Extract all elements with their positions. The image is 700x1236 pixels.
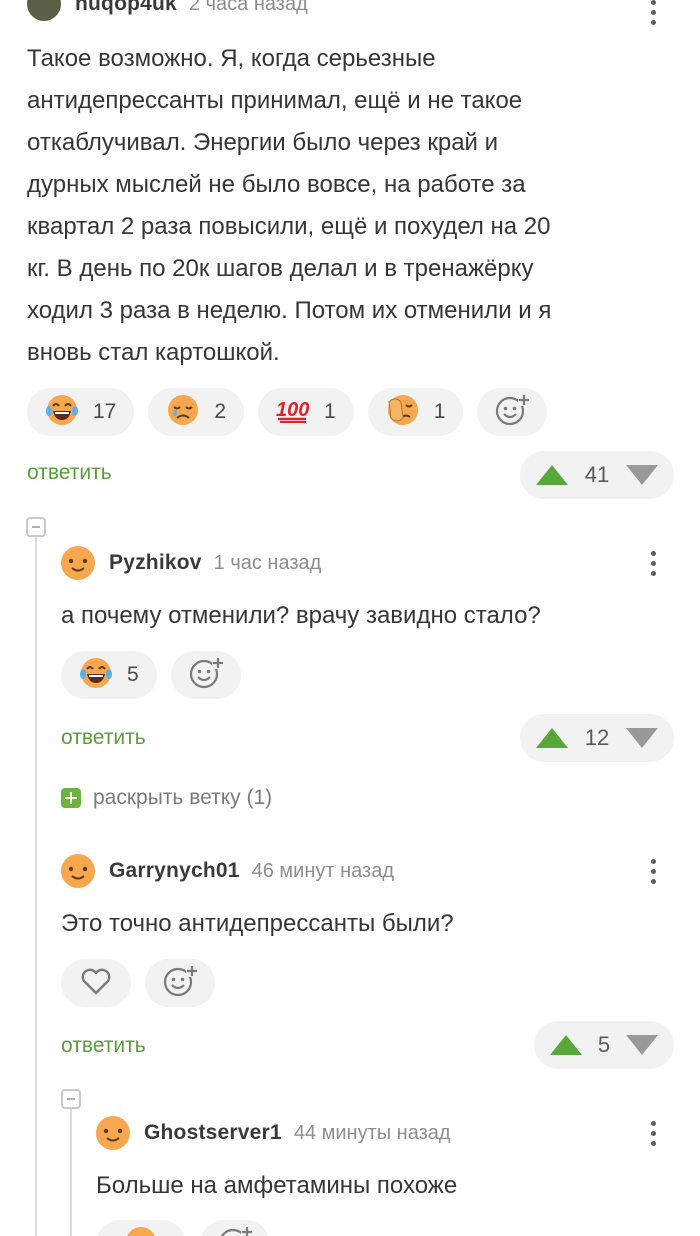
upvote-arrow-icon[interactable] [536,728,568,748]
hundred-emoji-icon: 100 [276,396,310,429]
laughing-tears-emoji-icon [79,656,113,695]
comment-1-meta: nuqop4uk 2 часа назад [27,0,308,22]
text-line: ходил 3 раза в неделю. Потом их отменили… [27,297,552,324]
vote-box: 41 [520,451,674,499]
expand-thread-label: раскрыть ветку (1) [93,786,273,809]
comment-1: nuqop4uk 2 часа назад Такое возможно. Я,… [0,0,700,510]
reaction-count: 5 [127,663,139,686]
username[interactable]: Pyzhikov [109,551,202,575]
reaction-laughing[interactable]: 17 [27,388,135,436]
text-line: антидепрессанты принимал, ещё и не такое [27,87,523,114]
reaction-facepalm[interactable]: 1 [367,388,464,436]
laughing-tears-emoji-icon [45,393,79,432]
reply-button[interactable]: ответить [27,461,112,485]
emoji-icon [124,1225,158,1236]
add-emoji-icon [162,963,198,1004]
upvote-arrow-icon[interactable] [536,465,568,485]
timestamp: 46 минут назад [251,859,395,882]
avatar[interactable] [27,0,61,21]
comment-text: Такое возможно. Я, когда серьезные антид… [27,38,677,374]
rating-score: 5 [597,1032,611,1057]
text-line: вновь стал картошкой. [27,339,280,366]
more-options-icon[interactable] [643,1115,663,1151]
downvote-arrow-icon[interactable] [625,465,658,485]
avatar[interactable] [61,546,95,580]
text-line: дурных мыслей не было вовсе, на работе з… [27,171,526,198]
sad-face-emoji-icon [166,393,200,432]
rating-score: 12 [584,725,610,750]
svg-text:100: 100 [276,399,309,421]
reactions-bar: 17 2 100 1 1 [27,388,548,436]
avatar[interactable] [96,1116,130,1150]
reply-button[interactable]: ответить [61,726,146,750]
username[interactable]: Ghostserver1 [144,1121,282,1145]
collapse-thread-button[interactable] [61,1089,81,1109]
vote-box: 12 [520,714,674,762]
text-line: кг. В день по 20к шагов делал и в тренаж… [27,255,534,282]
reactions-bar: 5 [61,651,241,699]
rating-score: 41 [584,462,610,487]
text-line: откаблучивал. Энергии было через край и [27,129,499,156]
username[interactable]: nuqop4uk [75,0,177,16]
more-options-icon[interactable] [643,0,663,30]
add-reaction-button[interactable] [477,388,548,436]
timestamp: 44 минуты назад [293,1121,451,1144]
add-reaction-button[interactable] [200,1220,270,1236]
comment-3-meta: Garrynych01 46 минут назад [61,853,394,889]
reaction-count: 17 [93,400,117,423]
reaction-count: 1 [433,400,446,423]
comment-text: Больше на амфетамины похоже [96,1172,458,1199]
text-line: квартал 2 раза повысили, ещё и похудел н… [27,213,551,240]
collapse-thread-button[interactable] [26,517,46,537]
reaction-hundred[interactable]: 100 1 [258,388,354,436]
reaction-count: 1 [324,400,336,423]
downvote-arrow-icon[interactable] [625,728,658,748]
upvote-arrow-icon[interactable] [550,1035,582,1055]
add-reaction-button[interactable] [170,651,241,699]
add-reaction-button[interactable] [145,959,215,1007]
more-options-icon[interactable] [643,853,663,889]
reactions-bar [96,1220,270,1236]
facepalm-emoji-icon [386,393,420,432]
comment-text: Это точно антидепрессанты были? [61,910,454,937]
more-options-icon[interactable] [643,545,663,581]
username[interactable]: Garrynych01 [109,859,240,883]
heart-icon [80,966,112,1001]
reaction-sad[interactable]: 2 [148,388,245,436]
reply-button[interactable]: ответить [61,1034,146,1058]
reaction-count: 2 [214,400,227,423]
like-button[interactable] [61,959,131,1007]
downvote-arrow-icon[interactable] [626,1035,658,1055]
add-emoji-icon [494,392,531,433]
comment-4-meta: Ghostserver1 44 минуты назад [96,1115,451,1151]
text-line: Такое возможно. Я, когда серьезные [27,45,436,72]
comment-2-meta: Pyzhikov 1 час назад [61,545,321,581]
thread-line [70,1108,72,1236]
thread-line [35,536,37,1236]
reactions-bar [61,959,215,1007]
avatar[interactable] [61,854,95,888]
reaction-laughing[interactable]: 5 [61,651,157,699]
expand-thread-button[interactable]: раскрыть ветку (1) [61,786,272,810]
plus-icon [61,788,81,808]
add-emoji-icon [217,1224,253,1236]
reaction-pill[interactable] [96,1220,186,1236]
timestamp: 2 часа назад [188,0,308,15]
add-emoji-icon [188,655,224,696]
comment-text: а почему отменили? врачу завидно стало? [61,602,541,629]
timestamp: 1 час назад [213,551,322,574]
vote-box: 5 [534,1021,674,1069]
